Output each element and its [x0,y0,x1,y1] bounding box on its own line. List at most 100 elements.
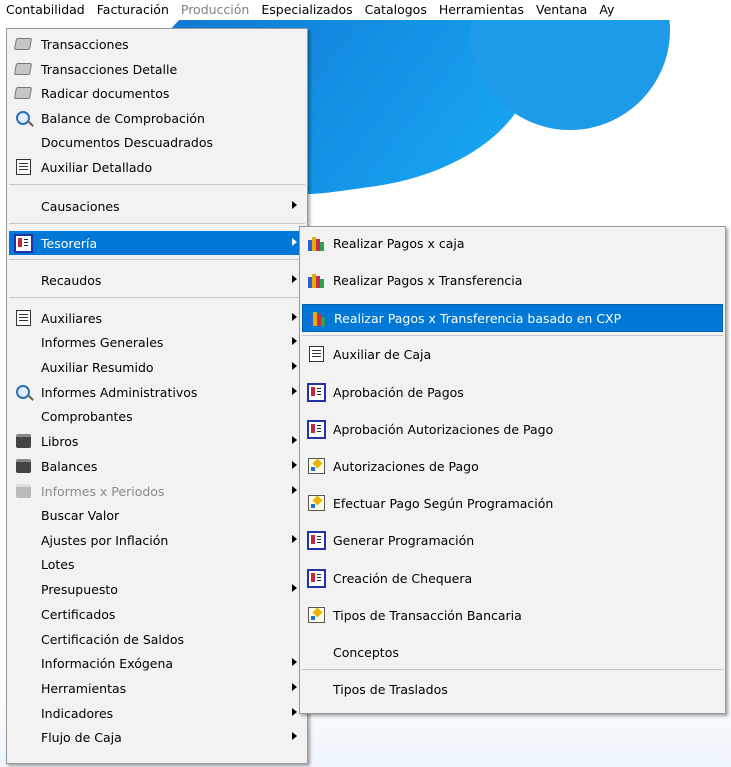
menu-item-tesoreria[interactable]: Tesorería [9,231,305,255]
menu-item-buscar-valor[interactable]: Buscar Valor [9,503,305,527]
submenu-arrow-icon [292,362,297,370]
submenu-item-generar-programacion[interactable]: Generar Programación [302,527,723,553]
chart-report-icon [305,530,327,550]
menu-item-label: Informes Administrativos [41,384,198,400]
menu-item-label: Auxiliar Detallado [41,159,153,175]
menu-separator [9,297,305,298]
menu-item-label: Creación de Chequera [333,570,473,586]
check-form-icon [305,457,327,475]
menu-item-label: Tipos de Transacción Bancaria [333,607,522,623]
menu-item-indicadores[interactable]: Indicadores [9,701,305,725]
printer-icon [12,457,34,475]
menu-item-recaudos[interactable]: Recaudos [9,268,305,292]
submenu-item-creacion-chequera[interactable]: Creación de Chequera [302,565,723,591]
menu-item-documentos-descuadrados[interactable]: Documentos Descuadrados [9,130,305,154]
menu-contabilidad[interactable]: Contabilidad [0,0,91,20]
menu-ventana[interactable]: Ventana [530,0,593,20]
menu-item-transacciones[interactable]: Transacciones [9,32,305,56]
submenu-item-auxiliar-de-caja[interactable]: Auxiliar de Caja [302,341,723,367]
menu-item-auxiliar-detallado[interactable]: Auxiliar Detallado [9,155,305,179]
menu-item-informes-administrativos[interactable]: Informes Administrativos [9,380,305,404]
menu-especializados[interactable]: Especializados [255,0,358,20]
printer-icon [12,482,34,500]
submenu-arrow-icon [292,337,297,345]
menu-item-balance-comprobacion[interactable]: Balance de Comprobación [9,106,305,130]
chart-report-icon [305,382,327,402]
menu-item-informacion-exogena[interactable]: Información Exógena [9,651,305,675]
menu-item-auxiliares[interactable]: Auxiliares [9,306,305,330]
menu-item-libros[interactable]: Libros [9,429,305,453]
menu-item-label: Certificados [41,606,116,622]
menu-item-flujo-de-caja[interactable]: Flujo de Caja [9,725,305,749]
submenu-arrow-icon [292,238,297,246]
menu-item-herramientas[interactable]: Herramientas [9,676,305,700]
menu-item-label: Generar Programación [333,532,475,548]
menu-item-label: Tipos de Traslados [333,681,448,697]
submenu-item-efectuar-pago[interactable]: Efectuar Pago Según Programación [302,490,723,516]
submenu-arrow-icon [292,313,297,321]
menu-item-label: Transacciones Detalle [41,61,178,77]
menu-item-presupuesto[interactable]: Presupuesto [9,577,305,601]
magnifier-icon [12,383,34,401]
menu-item-label: Realizar Pagos x Transferencia [333,272,523,288]
ledger-icon [12,158,34,176]
menu-item-auxiliar-resumido[interactable]: Auxiliar Resumido [9,355,305,379]
menu-catalogos[interactable]: Catalogos [359,0,433,20]
menu-separator [302,669,723,670]
menu-item-label: Auxiliar de Caja [333,346,432,362]
document-icon [12,84,34,102]
ledger-icon [305,345,327,363]
menu-item-informes-generales[interactable]: Informes Generales [9,330,305,354]
submenu-item-aprobacion-autorizaciones[interactable]: Aprobación Autorizaciones de Pago [302,416,723,442]
menu-item-label: Aprobación de Pagos [333,384,464,400]
tesoreria-submenu: Realizar Pagos x caja Realizar Pagos x T… [299,226,726,714]
menu-produccion[interactable]: Producción [175,0,255,20]
submenu-item-aprobacion-pagos[interactable]: Aprobación de Pagos [302,379,723,405]
submenu-item-tipos-transaccion-bancaria[interactable]: Tipos de Transacción Bancaria [302,602,723,628]
menu-item-radicar-documentos[interactable]: Radicar documentos [9,81,305,105]
menu-item-balances[interactable]: Balances [9,454,305,478]
menu-ayuda[interactable]: Ay [593,0,620,20]
check-form-icon [305,494,327,512]
submenu-item-realizar-pagos-caja[interactable]: Realizar Pagos x caja [302,230,723,256]
menu-item-label: Informes x Periodos [41,483,165,499]
submenu-arrow-icon [292,387,297,395]
menu-item-label: Presupuesto [41,581,118,597]
menu-item-label: Transacciones [41,36,129,52]
document-icon [12,35,34,53]
menu-facturacion[interactable]: Facturación [91,0,175,20]
submenu-item-realizar-pagos-transferencia[interactable]: Realizar Pagos x Transferencia [302,267,723,293]
menu-item-label: Buscar Valor [41,507,120,523]
menu-item-label: Flujo de Caja [41,729,122,745]
menu-item-label: Certificación de Saldos [41,631,184,647]
magnifier-icon [12,109,34,127]
menu-item-comprobantes[interactable]: Comprobantes [9,404,305,428]
menu-item-lotes[interactable]: Lotes [9,552,305,576]
menu-item-label: Indicadores [41,705,114,721]
menu-item-transacciones-detalle[interactable]: Transacciones Detalle [9,57,305,81]
menu-bar: Contabilidad Facturación Producción Espe… [0,0,731,20]
books-icon [305,271,327,289]
menu-separator [9,223,305,224]
menu-item-label: Conceptos [333,644,399,660]
menu-item-label: Lotes [41,556,75,572]
menu-item-certificados[interactable]: Certificados [9,602,305,626]
menu-item-causaciones[interactable]: Causaciones [9,194,305,218]
submenu-item-tipos-traslados[interactable]: Tipos de Traslados [302,676,723,702]
submenu-arrow-icon [292,275,297,283]
submenu-arrow-icon [292,708,297,716]
menu-item-informes-x-periodos[interactable]: Informes x Periodos [9,479,305,503]
menu-item-ajustes-por-inflacion[interactable]: Ajustes por Inflación [9,528,305,552]
submenu-item-conceptos[interactable]: Conceptos [302,639,723,665]
menu-separator [9,259,305,260]
submenu-arrow-icon [292,658,297,666]
menu-item-certificacion-saldos[interactable]: Certificación de Saldos [9,627,305,651]
submenu-item-autorizaciones-pago[interactable]: Autorizaciones de Pago [302,453,723,479]
submenu-item-realizar-pagos-transferencia-cxp[interactable]: Realizar Pagos x Transferencia basado en… [302,304,723,332]
submenu-arrow-icon [292,436,297,444]
menu-item-label: Causaciones [41,198,120,214]
menu-herramientas[interactable]: Herramientas [433,0,530,20]
chart-report-icon [12,233,34,253]
books-icon [306,309,328,327]
menu-separator [9,184,305,185]
